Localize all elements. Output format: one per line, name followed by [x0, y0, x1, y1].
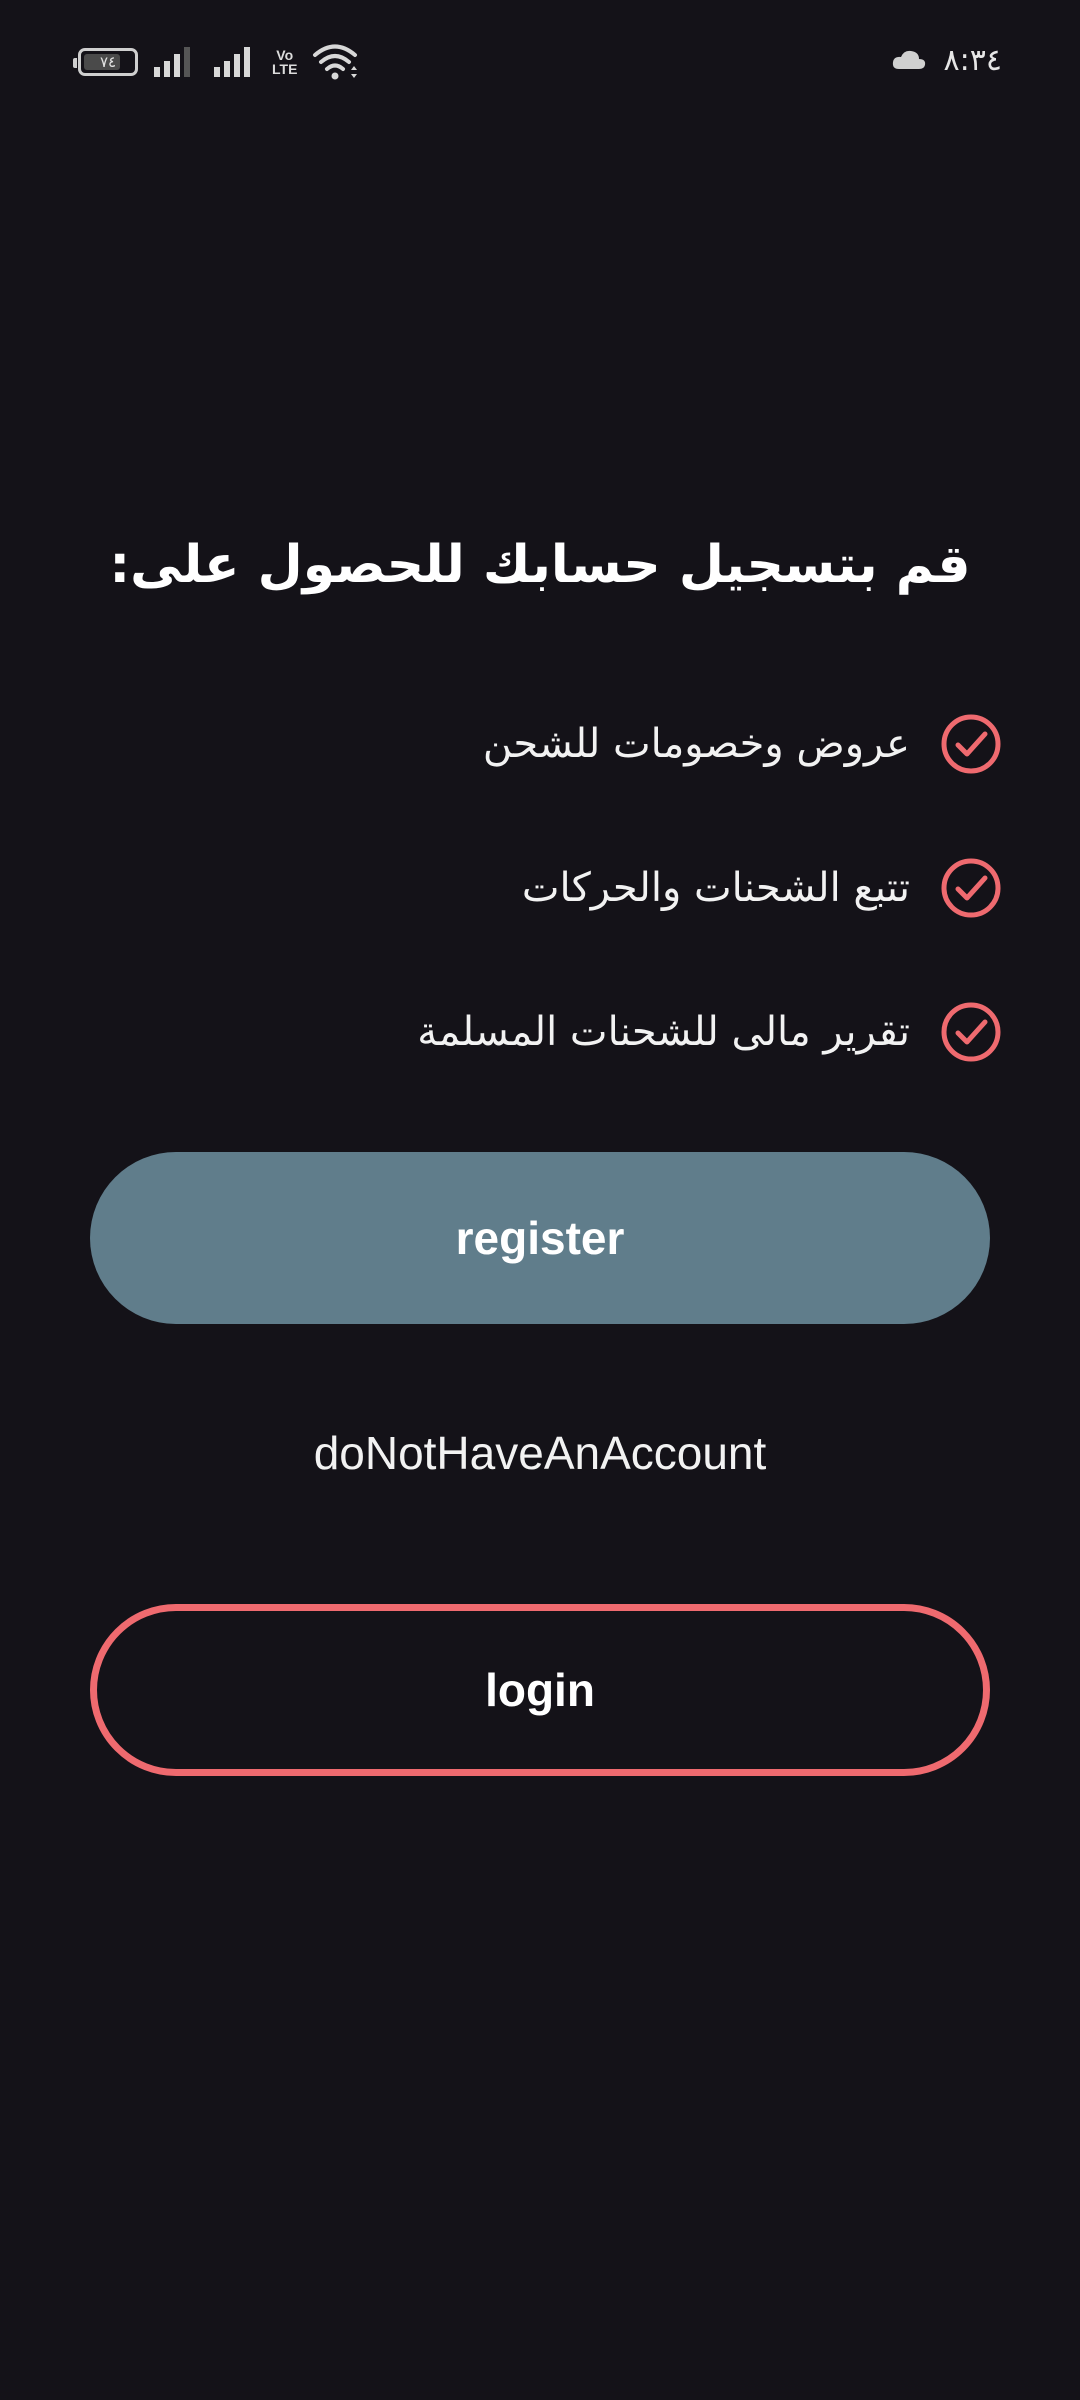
battery-level-text: ٧٤	[99, 52, 117, 71]
page-title: قم بتسجيل حسابك للحصول على:	[109, 535, 971, 595]
cloud-icon	[892, 50, 925, 69]
list-item: تقرير مالى للشحنات المسلمة	[102, 960, 1002, 1104]
volte-bottom-text: LTE	[272, 61, 298, 77]
benefit-label: تتبع الشحنات والحركات	[521, 865, 910, 911]
check-circle-icon	[941, 858, 1001, 918]
status-bar: ٧٤ Vo LTE ٨:٣٤	[0, 0, 1080, 120]
status-icons-right: ٨:٣٤	[890, 38, 1002, 82]
volte-icon: Vo LTE	[272, 48, 297, 76]
battery-icon: ٧٤	[73, 48, 138, 76]
volte-top-text: Vo	[276, 47, 294, 63]
wifi-icon	[313, 44, 358, 80]
signal-icon	[154, 47, 190, 77]
list-item: عروض وخصومات للشحن	[102, 672, 1002, 816]
benefit-label: عروض وخصومات للشحن	[482, 721, 910, 767]
register-button[interactable]: register	[90, 1152, 990, 1324]
no-account-text: doNotHaveAnAccount	[313, 1427, 767, 1479]
check-circle-icon	[941, 1002, 1001, 1062]
benefits-list: عروض وخصومات للشحن تتبع الشحنات والحركات…	[102, 672, 1002, 1104]
login-button[interactable]: login	[90, 1604, 990, 1776]
list-item: تتبع الشحنات والحركات	[102, 816, 1002, 960]
status-time: ٨:٣٤	[943, 42, 1002, 78]
status-icons-left: ٧٤ Vo LTE	[73, 40, 359, 84]
signal-icon	[214, 47, 250, 77]
benefit-label: تقرير مالى للشحنات المسلمة	[417, 1009, 910, 1055]
check-circle-icon	[941, 714, 1001, 774]
